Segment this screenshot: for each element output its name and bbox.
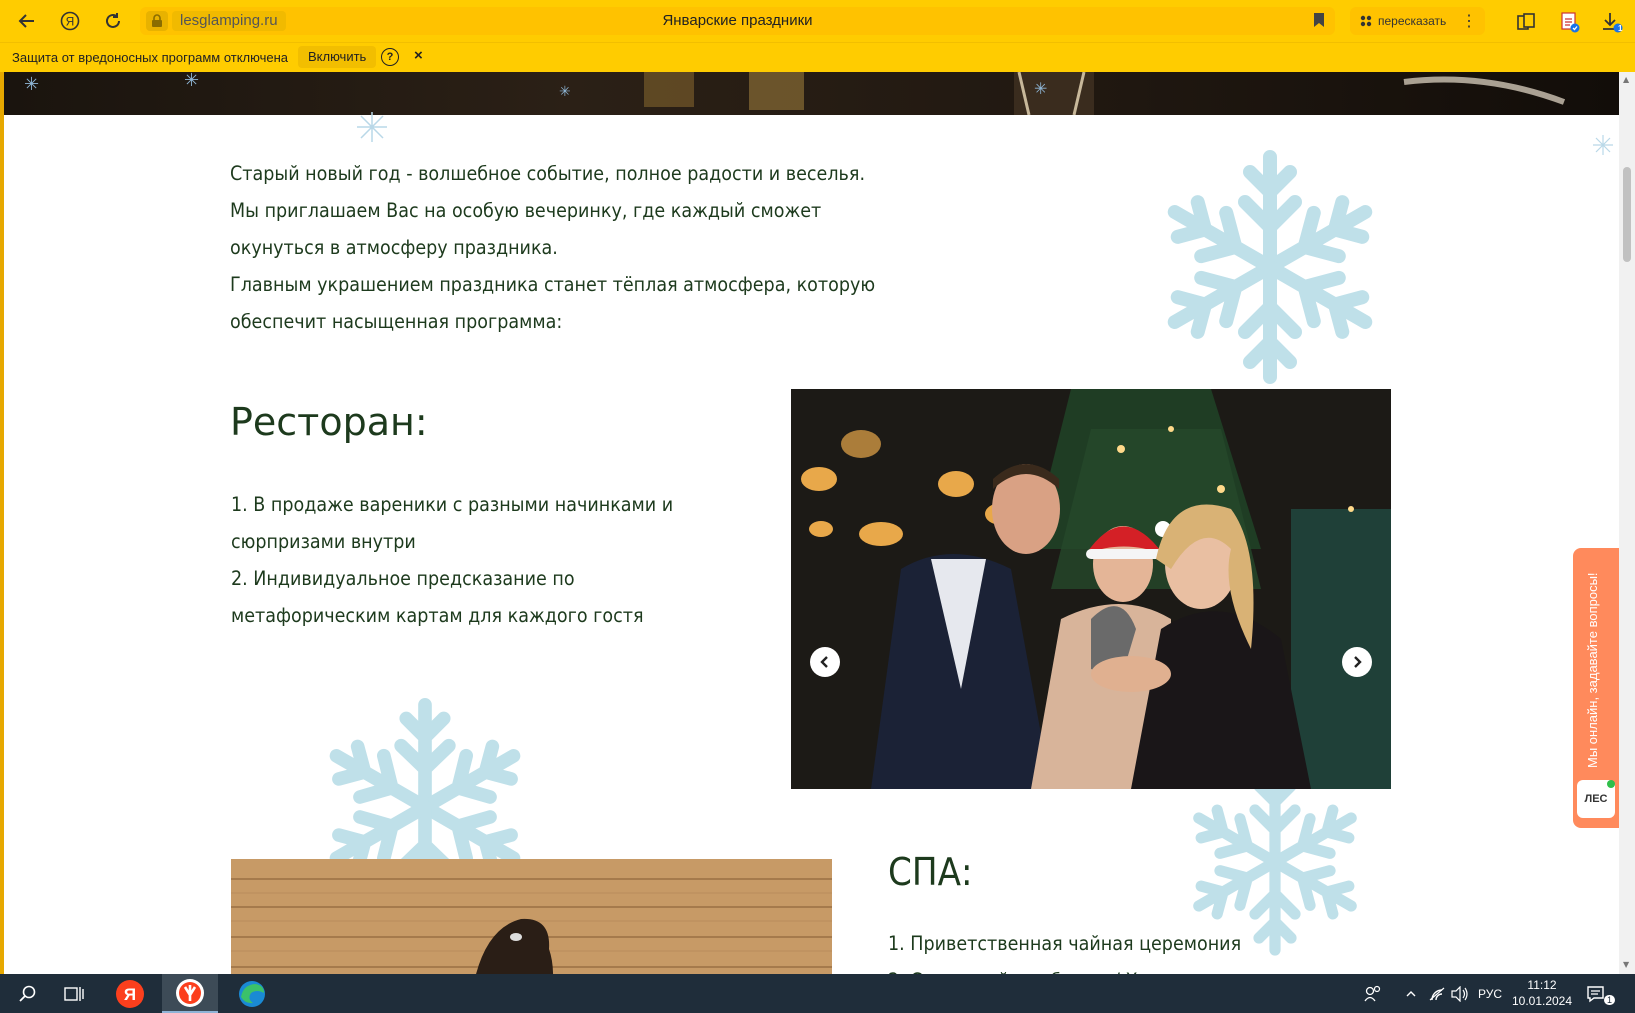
chevron-right-icon — [1354, 656, 1362, 668]
restaurant-heading: Ресторан: — [230, 400, 428, 444]
back-arrow-icon — [18, 14, 34, 28]
scroll-up-arrow-icon[interactable]: ▲ — [1623, 75, 1629, 84]
scroll-down-arrow-icon[interactable]: ▼ — [1623, 960, 1629, 969]
chevron-up-icon[interactable] — [1406, 974, 1416, 1013]
collections-icon[interactable] — [1512, 8, 1540, 36]
svg-text:✳: ✳ — [184, 72, 199, 91]
close-infobar-button[interactable]: × — [414, 47, 423, 64]
intro-line: окунуться в атмосферу праздника. — [230, 236, 558, 259]
clock-date: 10.01.2024 — [1511, 994, 1573, 1008]
back-button[interactable] — [12, 6, 42, 36]
download-badge: 1 — [1618, 24, 1623, 33]
lock-icon[interactable] — [146, 11, 168, 31]
retell-label: пересказать — [1378, 14, 1447, 28]
svg-text:Я: Я — [124, 985, 136, 1004]
list-item: 1. В продаже вареники с разными начинкам… — [231, 493, 674, 516]
carousel-prev-button[interactable] — [810, 647, 840, 677]
chat-widget-text: Мы онлайн, задавайте вопросы! — [1585, 572, 1600, 768]
spa-heading: СПА: — [888, 850, 973, 894]
taskbar-edge[interactable] — [224, 974, 280, 1013]
intro-text: Старый новый год - волшебное событие, по… — [230, 155, 890, 340]
page-left-edge — [0, 72, 4, 974]
retell-icon — [1360, 15, 1372, 27]
list-item: 2. Индивидуальное предсказание по — [231, 567, 575, 590]
extension-icon[interactable] — [1556, 8, 1584, 36]
small-snowflake-icon — [1593, 135, 1613, 155]
infobar-message: Защита от вредоносных программ отключена — [12, 50, 289, 65]
scrollbar-thumb[interactable] — [1623, 167, 1631, 262]
intro-line: обеспечит насыщенная программа: — [230, 310, 563, 333]
svg-text:✳: ✳ — [559, 84, 571, 100]
bookmark-icon[interactable] — [1313, 12, 1325, 32]
vertical-scrollbar[interactable]: ▲ ▼ — [1619, 72, 1635, 974]
intro-line: Главным украшением праздника станет тёпл… — [230, 273, 876, 296]
spa-photo — [231, 859, 832, 974]
list-item: 1. Приветственная чайная церемония — [888, 932, 1242, 955]
yandex-browser-icon — [176, 978, 204, 1007]
list-item: метафорическим картам для каждого гостя — [231, 604, 644, 627]
online-chat-widget[interactable]: Мы онлайн, задавайте вопросы! ЛЕС — [1573, 548, 1619, 828]
taskbar-yandex-browser[interactable] — [162, 974, 218, 1013]
language-indicator[interactable]: РУС — [1478, 974, 1502, 1013]
restaurant-list: 1. В продаже вареники с разными начинкам… — [231, 486, 711, 634]
notification-center-button[interactable]: 1 — [1586, 974, 1619, 1013]
svg-text:Я: Я — [66, 15, 75, 29]
notification-count: 1 — [1604, 994, 1616, 1005]
yandex-app-icon: Я — [116, 979, 144, 1008]
downloads-button[interactable]: 1 — [1598, 8, 1626, 36]
small-snowflake-icon — [357, 112, 387, 142]
chevron-left-icon — [820, 656, 828, 668]
wifi-icon[interactable] — [1428, 974, 1446, 1013]
address-bar[interactable]: lesglamping.ru Январские праздники — [140, 7, 1335, 35]
url-domain[interactable]: lesglamping.ru — [172, 11, 286, 31]
protection-infobar: Защита от вредоносных программ отключена… — [0, 42, 1635, 73]
more-vertical-icon[interactable]: ⋮ — [1461, 11, 1477, 31]
spa-list: 1. Приветственная чайная церемония 2. Сп… — [888, 925, 1408, 974]
browser-toolbar: Я lesglamping.ru Январские праздники пер… — [0, 0, 1635, 42]
clock[interactable]: 11:12 10.01.2024 — [1510, 977, 1574, 1009]
list-item: сюрпризами внутри — [231, 530, 416, 553]
search-icon — [19, 985, 36, 1002]
task-view-button[interactable] — [46, 974, 102, 1013]
edge-icon — [239, 980, 265, 1007]
intro-line: Старый новый год - волшебное событие, по… — [230, 162, 866, 185]
volume-icon[interactable] — [1451, 974, 1469, 1013]
yandex-icon: Я — [60, 11, 80, 31]
page-content: ✳ ✳ ✳ ✳ Старый новый год - волшебное соб… — [0, 72, 1619, 974]
clock-time: 11:12 — [1527, 978, 1557, 992]
online-status-dot — [1607, 780, 1615, 788]
reload-icon — [106, 13, 120, 28]
svg-text:✳: ✳ — [1034, 79, 1047, 98]
windows-taskbar: Я РУС 11:12 10.01.2024 1 — [0, 974, 1635, 1013]
help-icon[interactable]: ? — [381, 48, 399, 66]
page-title: Январские праздники — [662, 12, 813, 29]
reload-button[interactable] — [98, 6, 128, 36]
carousel-next-button[interactable] — [1342, 647, 1372, 677]
hero-image-bottom: ✳ ✳ ✳ ✳ — [4, 72, 1619, 116]
snowflake-decoration-icon — [1167, 150, 1373, 384]
list-item: 2. Спа в хвойных бочках/ Хвоя на стимуле — [888, 962, 1408, 974]
taskbar-yandex-app[interactable]: Я — [102, 974, 158, 1013]
yandex-home-button[interactable]: Я — [55, 6, 85, 36]
restaurant-photo-carousel[interactable] — [791, 389, 1391, 789]
intro-line: Мы приглашаем Вас на особую вечеринку, г… — [230, 199, 822, 222]
people-icon[interactable] — [1364, 974, 1382, 1013]
retell-button[interactable]: пересказать ⋮ — [1350, 7, 1485, 35]
svg-text:✳: ✳ — [24, 74, 39, 95]
family-photo — [791, 389, 1391, 789]
enable-protection-button[interactable]: Включить — [298, 46, 377, 68]
task-view-icon — [64, 986, 84, 1001]
